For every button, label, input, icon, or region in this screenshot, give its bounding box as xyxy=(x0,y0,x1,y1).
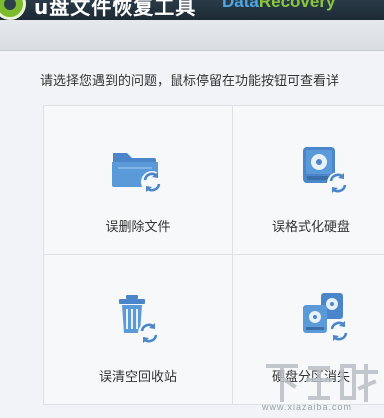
toolbar xyxy=(0,20,384,51)
instruction-text: 请选择您遇到的问题，鼠标停留在功能按钮可查看详 xyxy=(40,74,340,89)
title-en-recovery: Recovery xyxy=(258,0,336,11)
app-title: u盘文件恢复工具 xyxy=(34,0,197,19)
harddisk-recover-icon xyxy=(303,147,349,194)
recycle-bin-recover-icon xyxy=(119,295,160,344)
folder-recover-icon xyxy=(112,153,163,193)
partition-recover-icon xyxy=(303,293,350,342)
option-deleted-files[interactable]: 误删除文件 xyxy=(44,106,233,255)
watermark-logo-icon xyxy=(266,364,378,402)
option-emptied-recycle-bin[interactable]: 误清空回收站 xyxy=(44,255,233,404)
option-label: 误删除文件 xyxy=(105,220,171,235)
watermark: www.xiazaiba.com xyxy=(262,360,382,418)
app-logo-icon xyxy=(0,0,26,20)
app-title-english: DataRecovery xyxy=(222,0,335,12)
option-formatted-disk[interactable]: 误格式化硬盘 xyxy=(233,106,384,255)
title-en-data: Data xyxy=(222,0,259,11)
option-label: 误清空回收站 xyxy=(98,370,177,385)
watermark-url: www.xiazaiba.com xyxy=(262,402,353,412)
title-bar: u盘文件恢复工具 DataRecovery xyxy=(0,0,384,20)
option-label: 误格式化硬盘 xyxy=(271,220,350,235)
